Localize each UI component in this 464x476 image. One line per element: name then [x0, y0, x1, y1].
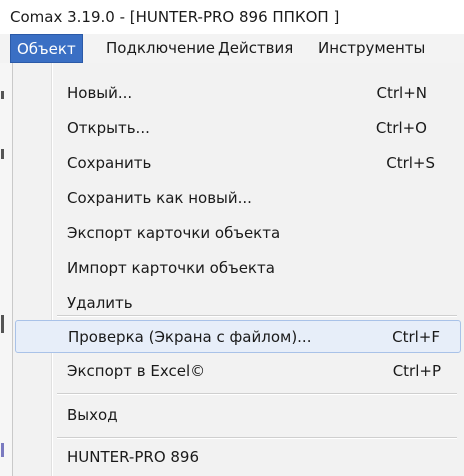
window-title: Comax 3.19.0 - [HUNTER-PRO 896 ППКОП ]	[10, 8, 340, 26]
menu-item-label: Экспорт в Excel©	[67, 362, 206, 380]
menu-actions[interactable]: Действия	[212, 34, 299, 63]
menu-item-label: Удалить	[67, 294, 133, 312]
menu-separator	[57, 437, 457, 439]
edge-mark	[1, 315, 4, 333]
menu-item-label: Проверка (Экрана с файлом)...	[68, 328, 312, 346]
menu-item-check-screen-with-file[interactable]: Проверка (Экрана с файлом)... Ctrl+F	[15, 320, 461, 353]
menu-item-label: Сохранить	[67, 154, 152, 172]
menu-item-label: Сохранить как новый...	[67, 189, 252, 207]
menu-item-export-card[interactable]: Экспорт карточки объекта	[15, 217, 461, 250]
menu-item-shortcut: Ctrl+F	[392, 328, 440, 346]
menu-item-shortcut: Ctrl+S	[386, 154, 435, 172]
menu-item-export-excel[interactable]: Экспорт в Excel© Ctrl+P	[15, 355, 461, 388]
menu-item-label: Выход	[67, 406, 118, 424]
menu-connection[interactable]: Подключение	[100, 34, 221, 63]
menu-item-label: Импорт карточки объекта	[67, 259, 275, 277]
menu-item-new[interactable]: Новый... Ctrl+N	[15, 77, 461, 110]
menu-item-shortcut: Ctrl+O	[375, 119, 427, 137]
menu-item-save-as-new[interactable]: Сохранить как новый...	[15, 182, 461, 215]
menu-separator	[57, 393, 457, 395]
menu-object[interactable]: Объект	[10, 34, 83, 63]
menu-item-import-card[interactable]: Импорт карточки объекта	[15, 252, 461, 285]
menu-item-exit[interactable]: Выход	[15, 399, 461, 432]
object-menu-dropdown: Новый... Ctrl+N Открыть... Ctrl+O Сохран…	[12, 63, 464, 476]
menu-item-recent-hunter-pro-896[interactable]: HUNTER-PRO 896	[15, 441, 461, 474]
edge-mark	[1, 91, 4, 99]
menu-tools[interactable]: Инструменты	[312, 34, 431, 63]
menu-item-shortcut: Ctrl+P	[392, 362, 441, 380]
menu-item-label: HUNTER-PRO 896	[67, 448, 200, 466]
edge-mark	[1, 149, 4, 159]
edge-mark	[1, 443, 4, 457]
title-bar: Comax 3.19.0 - [HUNTER-PRO 896 ППКОП ]	[0, 0, 464, 34]
menu-item-label: Открыть...	[67, 119, 150, 137]
menu-item-label: Экспорт карточки объекта	[67, 224, 281, 242]
menu-item-label: Новый...	[67, 84, 133, 102]
menu-bar: Объект Подключение Действия Инструменты	[0, 34, 464, 64]
menu-item-save[interactable]: Сохранить Ctrl+S	[15, 147, 461, 180]
menu-item-open[interactable]: Открыть... Ctrl+O	[15, 112, 461, 145]
menu-separator	[57, 315, 457, 317]
menu-item-shortcut: Ctrl+N	[376, 84, 427, 102]
